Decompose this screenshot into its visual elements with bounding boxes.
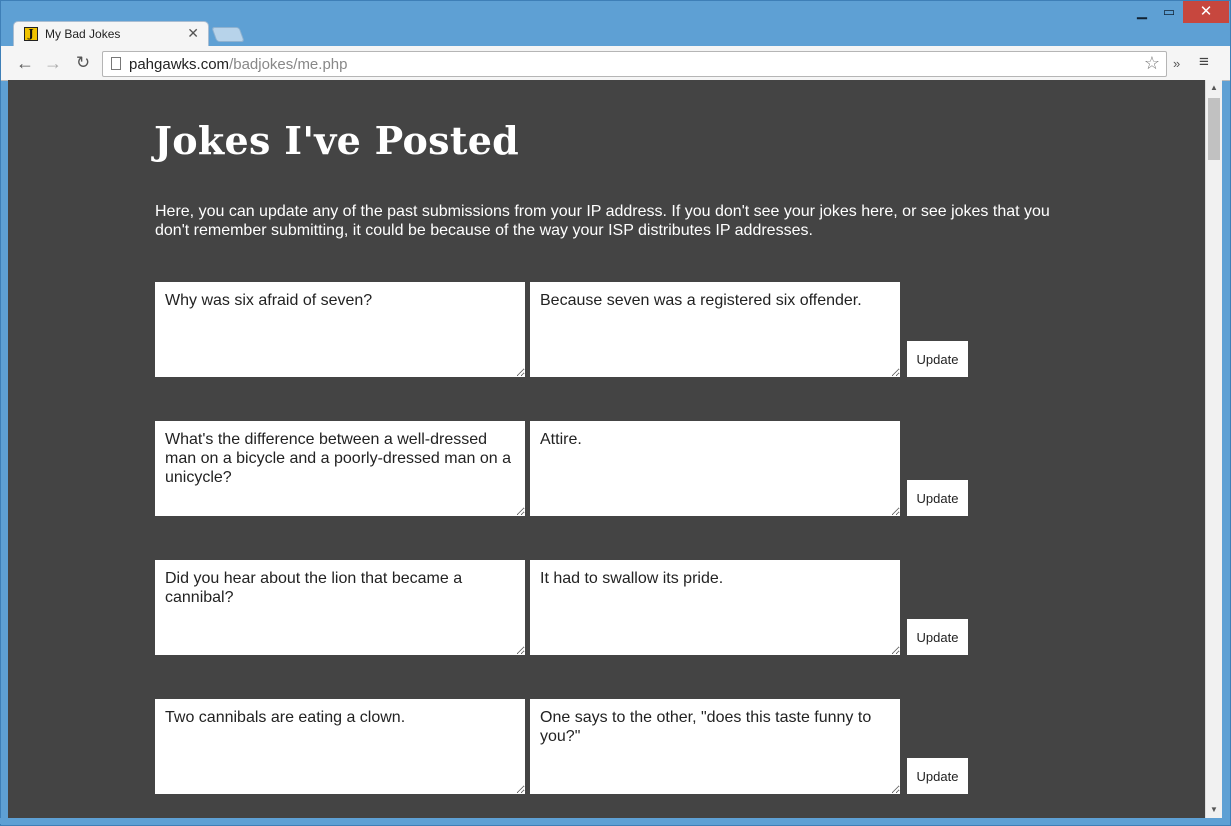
url-path: /badjokes/me.php [229,56,348,73]
joke-row: What's the difference between a well-dre… [155,421,975,517]
close-window-button[interactable]: ✕ [1183,1,1229,23]
joke-question-field[interactable]: Did you hear about the lion that became … [155,560,525,655]
back-arrow-icon[interactable]: ← [13,52,37,74]
browser-toolbar: ← → ↻ pahgawks.com/badjokes/me.php ☆ » ≡ [1,46,1230,81]
page-content: Jokes I've Posted Here, you can update a… [8,80,1205,818]
joke-answer-field[interactable]: One says to the other, "does this taste … [530,699,900,794]
bookmark-star-icon[interactable]: ☆ [1144,53,1160,74]
url-text: pahgawks.com/badjokes/me.php [129,56,347,73]
title-bar: J My Bad Jokes ✕ ▁ ▭ ✕ [1,1,1230,46]
scrollbar-thumb[interactable] [1208,98,1220,160]
address-bar[interactable]: pahgawks.com/badjokes/me.php ☆ [102,51,1167,77]
tab-title: My Bad Jokes [45,27,121,41]
update-button[interactable]: Update [907,480,968,516]
extensions-chevron-icon[interactable]: » [1173,56,1180,71]
url-domain: pahgawks.com [129,56,230,73]
joke-answer-field[interactable]: Attire. [530,421,900,516]
minimize-button[interactable]: ▁ [1127,1,1157,23]
intro-text: Here, you can update any of the past sub… [155,203,1050,239]
menu-icon[interactable]: ≡ [1199,52,1209,72]
joke-question-field[interactable]: Why was six afraid of seven? [155,282,525,377]
joke-row: Two cannibals are eating a clown. One sa… [155,699,975,795]
forward-arrow-icon[interactable]: → [41,52,65,74]
update-button[interactable]: Update [907,758,968,794]
browser-tab[interactable]: J My Bad Jokes ✕ [13,21,209,46]
window-bottom-border [0,818,1229,824]
joke-answer-field[interactable]: Because seven was a registered six offen… [530,282,900,377]
joke-question-field[interactable]: What's the difference between a well-dre… [155,421,525,516]
reload-icon[interactable]: ↻ [71,52,95,74]
joke-row: Did you hear about the lion that became … [155,560,975,656]
joke-answer-field[interactable]: It had to swallow its pride. [530,560,900,655]
favicon-icon: J [24,27,38,41]
update-button[interactable]: Update [907,341,968,377]
scroll-up-arrow-icon[interactable]: ▲ [1206,80,1222,96]
maximize-button[interactable]: ▭ [1154,1,1184,23]
scroll-down-arrow-icon[interactable]: ▼ [1206,802,1222,818]
new-tab-button[interactable] [211,27,245,42]
vertical-scrollbar[interactable]: ▲ ▼ [1205,80,1222,818]
joke-row: Why was six afraid of seven? Because sev… [155,282,975,378]
page-title: Jokes I've Posted [154,118,520,163]
update-button[interactable]: Update [907,619,968,655]
joke-question-field[interactable]: Two cannibals are eating a clown. [155,699,525,794]
page-icon [111,57,121,70]
close-tab-icon[interactable]: ✕ [187,25,199,42]
